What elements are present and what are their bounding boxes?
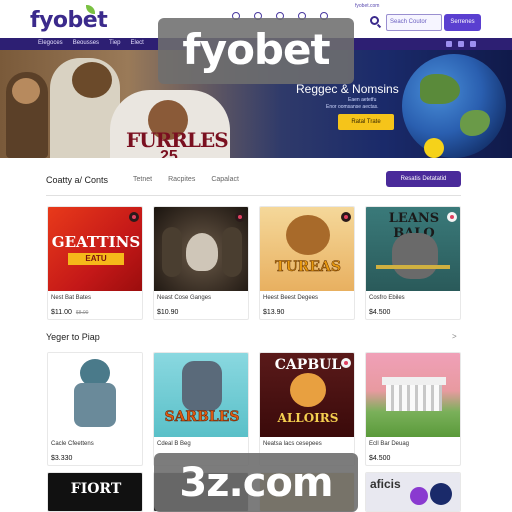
card-price: $13.90: [263, 309, 285, 316]
hero-title: Reggec & Nomsins: [296, 82, 399, 96]
card-title: Ecll Bar Deuag: [369, 441, 410, 447]
game-card[interactable]: CAPBUL ALLOIRS Neatsa lacs cesepees: [259, 352, 355, 466]
card-price: $4.500: [369, 455, 391, 462]
card-image: CAPBUL ALLOIRS: [260, 353, 354, 437]
game-card[interactable]: Ecll Bar Deuag $4.500: [365, 352, 461, 466]
search-button[interactable]: Serrenes: [444, 14, 481, 31]
card-image: [48, 353, 142, 437]
card-price: $4.500: [369, 309, 391, 316]
favorite-icon[interactable]: [447, 212, 457, 222]
card-title: Heest Beest Degees: [263, 295, 319, 301]
globe-image: [402, 54, 506, 158]
favorite-icon[interactable]: [129, 212, 139, 222]
game-card[interactable]: SARBLES Cdeal B Beg: [153, 352, 249, 466]
temple-columns: [386, 385, 442, 411]
settings-icon[interactable]: [446, 41, 452, 47]
card-image-title: TUREAS: [275, 259, 341, 276]
card-image-title: GEATTINS: [51, 233, 141, 251]
game-card[interactable]: GEATTINS EATU Nest Bat Bates $11.00 $8.00: [47, 206, 143, 320]
armored-figure: [392, 233, 438, 279]
hero-cta-button[interactable]: Ratal Trate: [338, 114, 394, 130]
nav-item-1[interactable]: Elegoces: [38, 40, 63, 46]
card-price: $3.330: [51, 455, 73, 462]
card-image-title: aficis: [370, 477, 401, 491]
favorite-icon[interactable]: [341, 212, 351, 222]
game-card[interactable]: aficis: [365, 472, 461, 512]
hero-subtitle-1: Eaen aetetfu: [348, 97, 377, 103]
player-head-left: [72, 62, 112, 98]
game-card[interactable]: LEANS BALO Cosfro Ebiles $4.500: [365, 206, 461, 320]
card-image-title: SARBLES: [164, 409, 240, 426]
card-image: aficis: [366, 473, 460, 511]
monkey-icon: [286, 215, 330, 255]
search-icon[interactable]: [370, 16, 379, 25]
chevron-right-icon[interactable]: >: [452, 332, 457, 341]
skull-icon: [186, 233, 218, 271]
game-card[interactable]: FIORT: [47, 472, 143, 512]
card-image-title: FIORT: [70, 481, 122, 497]
sword-icon: [376, 265, 450, 269]
nav-icons: [446, 41, 476, 47]
card-image-badge: EATU: [68, 253, 124, 265]
robot-figure: [182, 361, 222, 411]
card-image: FIORT: [48, 473, 142, 511]
search-input[interactable]: Seach Coutor: [386, 14, 442, 31]
nav-item-3[interactable]: Tiep: [109, 40, 120, 46]
hero-subtitle-2: Enor oomsanse aectas.: [326, 104, 379, 110]
watermark-top: fyobet: [158, 18, 354, 84]
card-title: Nest Bat Bates: [51, 295, 92, 301]
tab-2[interactable]: Racpites: [168, 176, 195, 183]
warrior-head: [12, 78, 40, 104]
card-title: Cosfro Ebiles: [369, 295, 405, 301]
card-image-subtitle: ALLOIRS: [277, 411, 339, 425]
tab-3[interactable]: Capalact: [211, 176, 239, 183]
temple-roof: [382, 377, 446, 385]
jersey-number: 25: [160, 148, 178, 158]
armored-figure: [162, 227, 182, 277]
favorite-icon[interactable]: [341, 358, 351, 368]
menu-icon[interactable]: [470, 41, 476, 47]
card-image: SARBLES: [154, 353, 248, 437]
card-title: Neast Cose Ganges: [157, 295, 212, 301]
card-price: $11.00 $8.00: [51, 309, 88, 316]
section-title: Coatty a/ Conts: [46, 175, 109, 185]
logo[interactable]: fyobet: [30, 8, 108, 33]
card-title: Neatsa lacs cesepees: [263, 441, 322, 447]
armored-figure: [222, 227, 242, 277]
knight-figure: [74, 383, 116, 427]
card-image: GEATTINS EATU: [48, 207, 142, 291]
globe-land: [420, 74, 460, 104]
nav-item-4[interactable]: Elect: [131, 40, 144, 46]
section-tabs: Tetnet Racpites Capalact: [133, 176, 239, 183]
page: fyobet fyobet.com Seach Coutor Serrenes …: [0, 0, 512, 512]
monkey-icon: [290, 373, 326, 407]
game-card[interactable]: TUREAS Heest Beest Degees $13.90: [259, 206, 355, 320]
card-title: Cacle Cfeettens: [51, 441, 94, 447]
tab-1[interactable]: Tetnet: [133, 176, 152, 183]
card-image: TUREAS: [260, 207, 354, 291]
gem-icon: [410, 487, 428, 505]
game-card[interactable]: Neast Cose Ganges $10.90: [153, 206, 249, 320]
card-price: $10.90: [157, 309, 179, 316]
nav-items: Elegoces Beousses Tiep Elect: [38, 40, 144, 46]
favorite-icon[interactable]: [235, 212, 245, 222]
card-title: Cdeal B Beg: [157, 441, 191, 447]
card-image: [154, 207, 248, 291]
nav-item-2[interactable]: Beousses: [73, 40, 99, 46]
watermark-bottom: 3z.com: [154, 453, 358, 512]
section-action-button[interactable]: Resatis Detatatid: [386, 171, 461, 187]
game-card[interactable]: Cacle Cfeettens $3.330: [47, 352, 143, 466]
sunflower-icon: [424, 138, 444, 158]
card-image: LEANS BALO: [366, 207, 460, 291]
profile-icon[interactable]: [458, 41, 464, 47]
price-value: $11.00: [51, 309, 72, 316]
corner-text: fyobet.com: [355, 3, 380, 9]
card-image: [366, 353, 460, 437]
divider: [46, 195, 461, 196]
orb-icon: [430, 483, 452, 505]
section-title: Yeger to Piap: [46, 332, 100, 342]
old-price: $8.00: [75, 310, 89, 316]
